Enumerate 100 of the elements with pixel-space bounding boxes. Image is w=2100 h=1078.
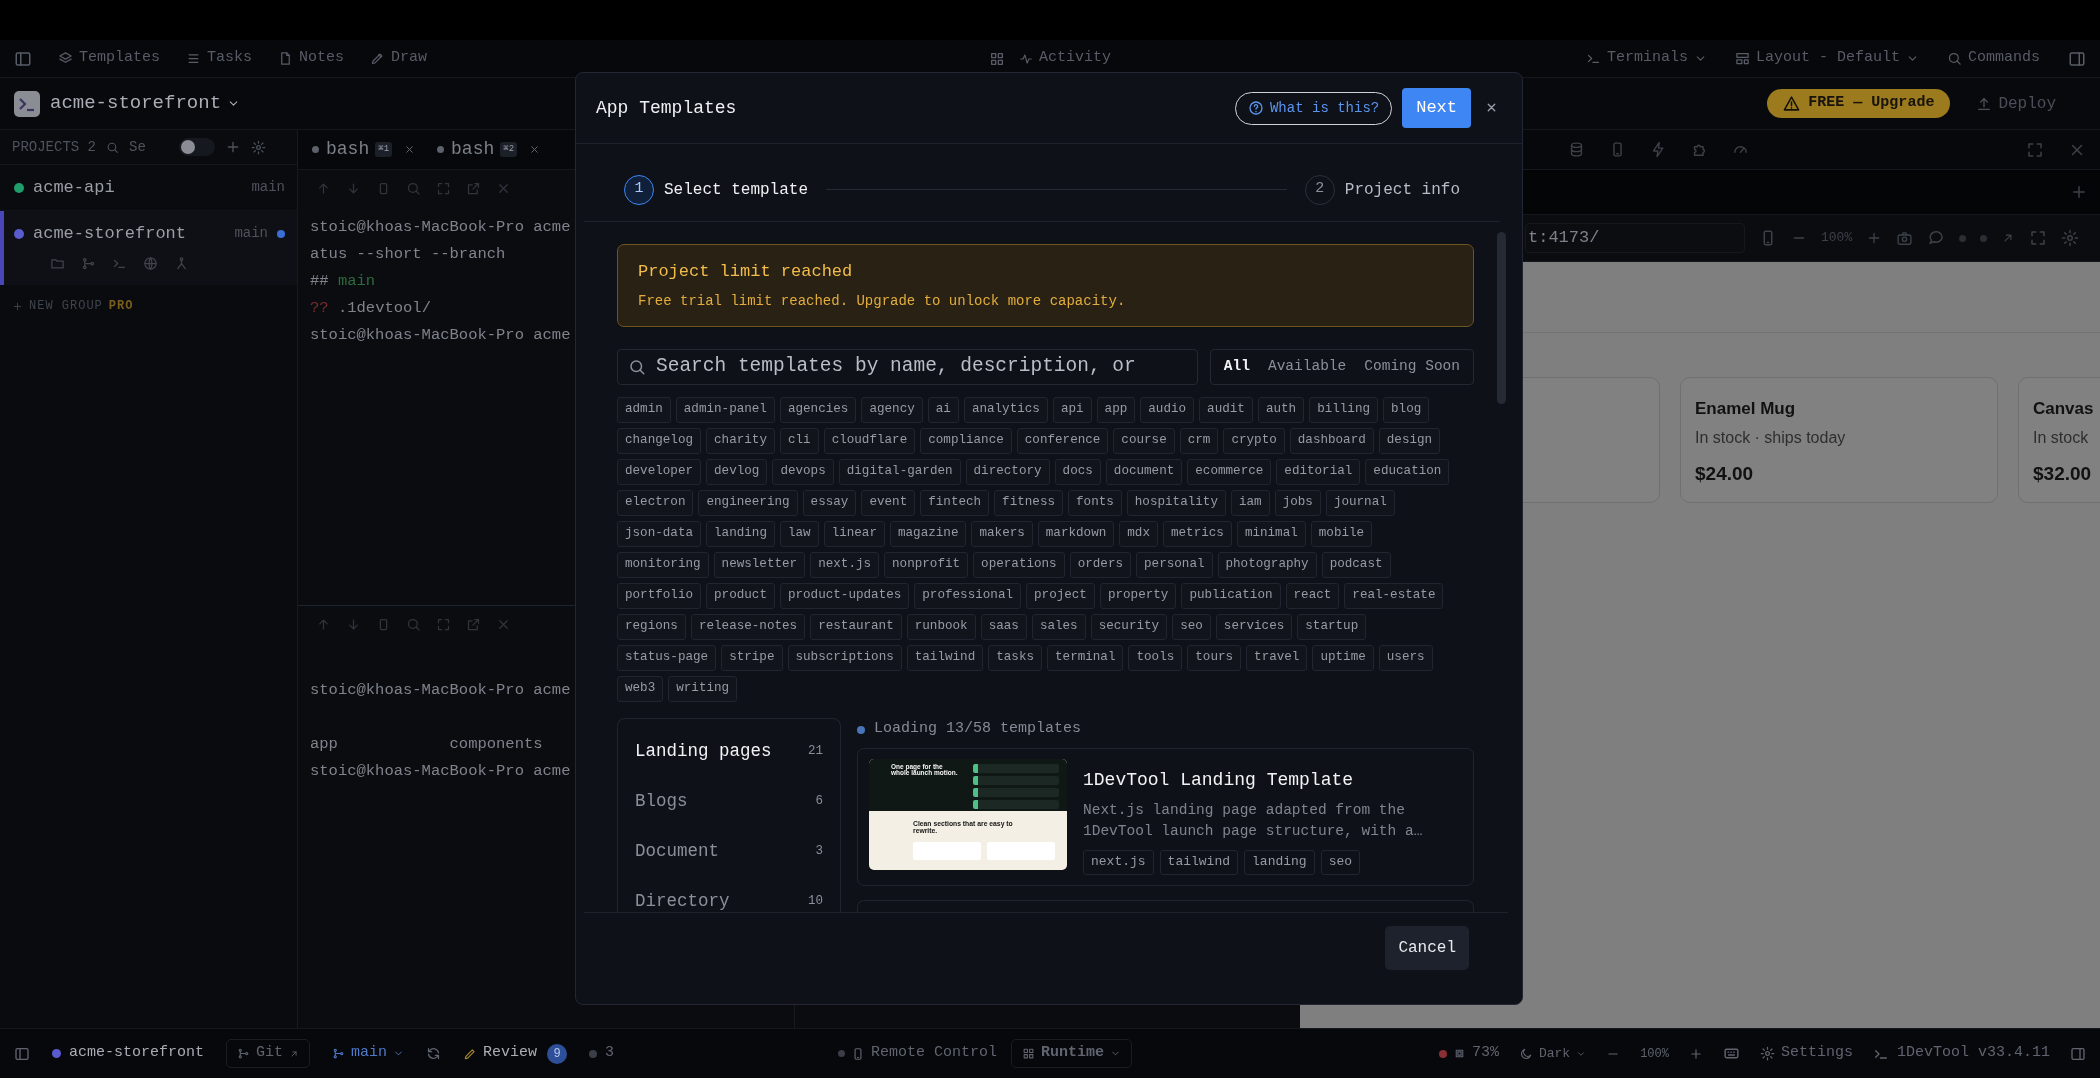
tag-chip[interactable]: iam	[1230, 489, 1270, 516]
category-item[interactable]: Landing pages 21	[635, 726, 823, 777]
external-link-icon[interactable]	[466, 616, 481, 632]
scrollbar[interactable]	[1497, 232, 1506, 404]
terminal-tab[interactable]: bash	[437, 136, 495, 163]
tag-chip[interactable]: professional	[914, 582, 1021, 609]
plus-icon[interactable]	[2070, 183, 2088, 201]
tag-chip[interactable]: fitness	[994, 489, 1063, 516]
tag-chip[interactable]: portfolio	[617, 582, 702, 609]
toggle-switch[interactable]	[179, 138, 215, 156]
tag-chip[interactable]: cloudflare	[823, 427, 916, 454]
tag-chip[interactable]: podcast	[1321, 551, 1391, 578]
tag-chip[interactable]: services	[1215, 613, 1293, 640]
tag-chip[interactable]: writing	[668, 675, 738, 702]
tag-chip[interactable]: event	[861, 489, 916, 516]
tag-chip[interactable]: design	[1378, 427, 1441, 454]
tag-chip[interactable]: metrics	[1162, 520, 1232, 547]
tag-chip[interactable]: jobs	[1274, 489, 1321, 516]
tag-chip[interactable]: mobile	[1310, 520, 1373, 547]
tag-chip[interactable]: crypto	[1223, 427, 1285, 454]
next-button[interactable]: Next	[1402, 88, 1471, 128]
tag-chip[interactable]: project	[1026, 582, 1095, 609]
tag-chip[interactable]: nonprofit	[884, 551, 969, 578]
tag-chip[interactable]: electron	[617, 489, 694, 516]
tag-chip[interactable]: charity	[706, 427, 775, 454]
tag-chip[interactable]: editorial	[1276, 458, 1361, 485]
fullscreen-icon[interactable]	[436, 616, 451, 632]
camera-icon[interactable]	[1896, 229, 1914, 247]
project-item[interactable]: acme-storefront main	[0, 211, 297, 285]
tag-chip[interactable]: essay	[802, 489, 857, 516]
tag-chip[interactable]: law	[779, 520, 819, 547]
tag-chip[interactable]: engineering	[698, 489, 798, 516]
fullscreen-icon[interactable]	[2026, 140, 2044, 159]
sidebar-toggle-icon[interactable]	[14, 49, 32, 68]
tag-chip[interactable]: travel	[1246, 644, 1308, 671]
arrow-up-icon[interactable]	[316, 180, 331, 196]
tag-chip[interactable]: mdx	[1119, 520, 1158, 547]
tag-chip[interactable]: ai	[927, 396, 959, 423]
tag-chip[interactable]: linear	[823, 520, 885, 547]
filter-tab[interactable]: Available	[1258, 355, 1356, 378]
tag-chip[interactable]: analytics	[963, 396, 1048, 423]
category-item[interactable]: Document 3	[635, 826, 823, 877]
cancel-button[interactable]: Cancel	[1385, 925, 1469, 970]
search-field[interactable]: Search templates by name, description, or	[617, 348, 1198, 385]
tag-chip[interactable]: agency	[861, 396, 923, 423]
search-field[interactable]: Se	[129, 136, 169, 158]
category-item[interactable]: Blogs 6	[635, 776, 823, 827]
arrow-up-icon[interactable]	[316, 616, 331, 632]
filter-tab[interactable]: Coming Soon	[1355, 355, 1469, 378]
fork-icon[interactable]	[174, 256, 189, 271]
terminal-tab[interactable]: bash	[312, 136, 370, 163]
settings-icon[interactable]	[2061, 229, 2080, 247]
tag-chip[interactable]: directory	[965, 458, 1050, 485]
step-item[interactable]: 2 Project info	[1304, 174, 1460, 205]
tag-chip[interactable]: markdown	[1037, 520, 1115, 547]
branch-dropdown[interactable]: main	[332, 1042, 405, 1065]
tag-chip[interactable]: monitoring	[617, 551, 709, 578]
tag-chip[interactable]: cli	[779, 427, 819, 454]
tag-chip[interactable]: tailwind	[906, 644, 984, 671]
arrow-down-icon[interactable]	[346, 180, 361, 196]
template-card[interactable]	[857, 747, 1474, 886]
tag-chip[interactable]: admin	[617, 396, 671, 423]
close-icon[interactable]	[404, 144, 416, 155]
tag-chip[interactable]: dashboard	[1289, 427, 1374, 454]
close-icon[interactable]	[529, 144, 541, 155]
project-dropdown[interactable]: acme-storefront	[50, 89, 241, 118]
tag-chip[interactable]: admin-panel	[675, 396, 775, 423]
tag-chip[interactable]: auth	[1257, 396, 1305, 423]
tag-chip[interactable]: crm	[1179, 427, 1219, 454]
tag-chip[interactable]: product	[706, 582, 775, 609]
tag-chip[interactable]: app	[1096, 396, 1136, 423]
upgrade-button[interactable]: FREE — Upgrade	[1767, 89, 1951, 118]
tag-chip[interactable]: developer	[617, 458, 702, 485]
tag-chip[interactable]: users	[1378, 644, 1433, 671]
filter-tab[interactable]: All	[1214, 355, 1259, 378]
tag-chip[interactable]: tours	[1187, 644, 1242, 671]
fullscreen-icon[interactable]	[2029, 229, 2048, 247]
tag-chip[interactable]: runbook	[906, 613, 976, 640]
tag-chip[interactable]: minimal	[1236, 520, 1306, 547]
url-field[interactable]: t:4173/	[1525, 223, 1745, 253]
tag-chip[interactable]: seo	[1172, 613, 1211, 640]
tag-chip[interactable]: document	[1105, 458, 1183, 485]
plus-icon[interactable]	[1688, 1046, 1703, 1061]
tag-chip[interactable]: tasks	[988, 644, 1042, 671]
tag-chip[interactable]: uptime	[1312, 644, 1374, 671]
tag-chip[interactable]: react	[1285, 582, 1340, 609]
tag-chip[interactable]: personal	[1136, 551, 1213, 578]
tag-chip[interactable]: docs	[1054, 458, 1101, 485]
chat-icon[interactable]	[1927, 229, 1946, 247]
category-item[interactable]: Directory 10	[635, 876, 823, 912]
tag-chip[interactable]: digital-garden	[838, 458, 961, 485]
tag-chip[interactable]: product-updates	[779, 582, 910, 609]
arrow-down-icon[interactable]	[346, 616, 361, 632]
tag-chip[interactable]: audit	[1199, 396, 1253, 423]
external-link-icon[interactable]	[466, 180, 481, 196]
tag-chip[interactable]: orders	[1069, 551, 1132, 578]
tag-chip[interactable]: terminal	[1047, 644, 1124, 671]
step-item[interactable]: 1 Select template	[624, 174, 809, 205]
tag-chip[interactable]: security	[1090, 613, 1168, 640]
tag-chip[interactable]: magazine	[890, 520, 967, 547]
